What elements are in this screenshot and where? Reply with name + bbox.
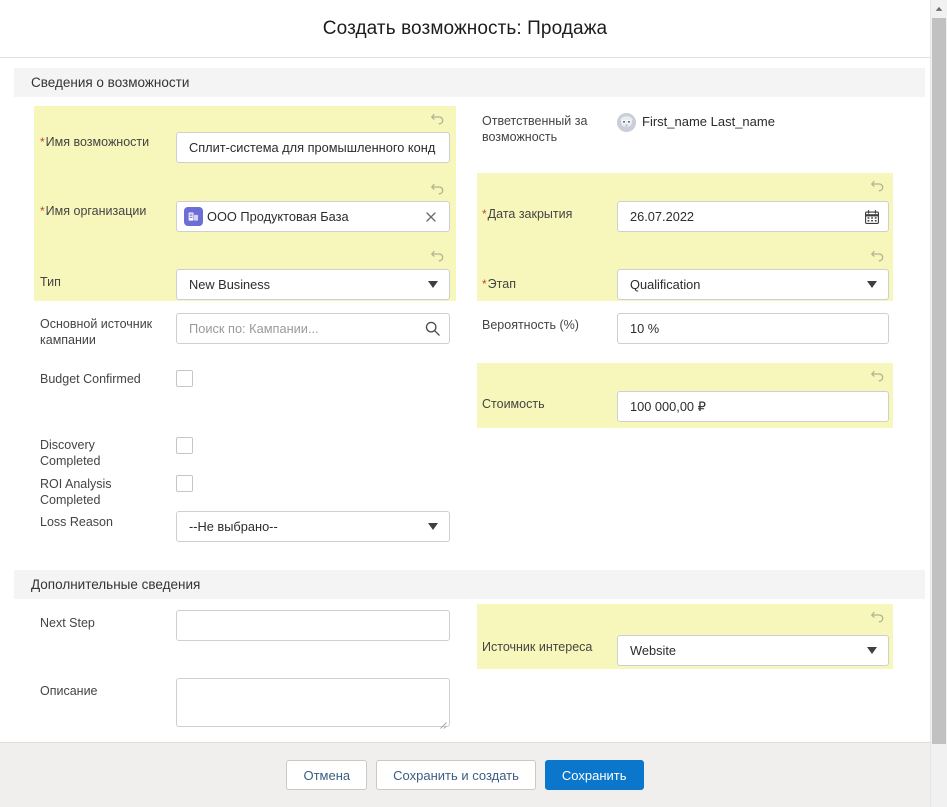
label-type: Тип [40,274,170,290]
label-budget-confirmed-text: Budget Confirmed [40,372,141,386]
undo-arrow-icon-opportunity-name[interactable] [430,109,446,125]
label-next-step: Next Step [40,615,170,631]
amount-input[interactable]: 100 000,00 ₽ [617,391,889,422]
stage-value: Qualification [630,277,701,292]
label-opportunity-name: *Имя возможности [40,134,170,150]
roi-analysis-completed-checkbox[interactable] [176,475,193,492]
label-amount-text: Стоимость [482,397,545,411]
label-lead-source: Источник интереса [482,639,612,655]
label-budget-confirmed: Budget Confirmed [40,371,170,387]
description-textarea[interactable] [176,678,450,729]
label-owner: Ответственный за возможность [482,113,622,145]
opportunity-name-value: Сплит-система для промышленного конд [189,140,436,155]
label-stage: *Этап [482,276,612,292]
organization-name-input[interactable]: ООО Продуктовая База [176,201,450,232]
close-icon-organization-name[interactable] [423,209,439,225]
next-step-input[interactable] [176,610,450,641]
label-close-date-text: Дата закрытия [487,207,573,221]
lead-source-value: Website [630,643,676,658]
undo-arrow-icon-type[interactable] [430,246,446,262]
undo-arrow-icon-close-date[interactable] [870,176,886,192]
page-header: Создать возможность: Продажа [0,0,930,58]
budget-confirmed-checkbox[interactable] [176,370,193,387]
lead-source-select[interactable]: Website [617,635,889,666]
undo-arrow-icon-lead-source[interactable] [870,607,886,623]
calendar-icon[interactable] [864,209,880,225]
section-header-details-label: Сведения о возможности [31,75,190,90]
label-probability: Вероятность (%) [482,317,612,333]
type-value: New Business [189,277,271,292]
section-header-additional-label: Дополнительные сведения [31,577,201,592]
undo-arrow-icon-organization-name[interactable] [430,179,446,195]
save-button[interactable]: Сохранить [544,760,644,790]
label-organization-name-text: Имя организации [45,204,147,218]
probability-value: 10 % [630,321,660,336]
label-roi-analysis-completed-text: ROI Analysis Completed [40,477,112,507]
form-scroll-area: Сведения о возможности *Имя возможности … [0,58,930,742]
probability-input[interactable]: 10 % [617,313,889,344]
loss-reason-select[interactable]: --Не выбрано-- [176,511,450,542]
required-marker-organization-name: * [40,204,45,218]
search-icon[interactable] [424,320,441,337]
label-roi-analysis-completed: ROI Analysis Completed [40,476,150,508]
stage-select[interactable]: Qualification [617,269,889,300]
label-loss-reason-text: Loss Reason [40,515,113,529]
chevron-down-icon-lead-source [867,647,877,654]
required-marker-opportunity-name: * [40,135,45,149]
amount-value: 100 000,00 ₽ [630,398,706,414]
undo-arrow-icon-amount[interactable] [870,366,886,382]
loss-reason-value: --Не выбрано-- [189,519,278,534]
label-discovery-completed: Discovery Completed [40,437,150,469]
form-footer: Отмена Сохранить и создать Сохранить [0,742,930,807]
label-description-text: Описание [40,684,98,698]
close-date-value: 26.07.2022 [630,209,695,224]
chevron-down-icon-loss-reason [428,523,438,530]
create-opportunity-page: Создать возможность: Продажа Сведения о … [0,0,947,807]
label-amount: Стоимость [482,396,612,412]
user-avatar-icon [617,113,636,132]
campaign-source-input[interactable]: Поиск по: Кампании... [176,313,450,344]
label-type-text: Тип [40,275,61,289]
chevron-down-icon-stage [867,281,877,288]
label-lead-source-text: Источник интереса [482,640,593,654]
label-stage-text: Этап [487,277,516,291]
scrollbar-thumb[interactable] [932,18,946,744]
required-marker-close-date: * [482,207,487,221]
label-next-step-text: Next Step [40,616,95,630]
type-select[interactable]: New Business [176,269,450,300]
section-header-additional: Дополнительные сведения [14,570,925,599]
label-campaign-source-text: Основной источник кампании [40,317,153,347]
resize-handle-icon[interactable] [438,716,447,729]
label-organization-name: *Имя организации [40,203,170,219]
label-close-date: *Дата закрытия [482,206,612,222]
label-owner-text: Ответственный за возможность [482,114,588,144]
discovery-completed-checkbox[interactable] [176,437,193,454]
label-campaign-source: Основной источник кампании [40,316,160,348]
opportunity-name-input[interactable]: Сплит-система для промышленного конд [176,132,450,163]
label-description: Описание [40,683,170,699]
undo-arrow-icon-stage[interactable] [870,246,886,262]
section-header-details: Сведения о возможности [14,68,925,97]
label-loss-reason: Loss Reason [40,514,170,530]
label-probability-text: Вероятность (%) [482,318,579,332]
organization-name-value: ООО Продуктовая База [207,209,349,224]
label-opportunity-name-text: Имя возможности [45,135,150,149]
scroll-up-arrow-icon[interactable] [931,0,947,17]
page-title: Создать возможность: Продажа [322,17,608,39]
cancel-button[interactable]: Отмена [286,760,368,790]
label-discovery-completed-text: Discovery Completed [40,438,101,468]
organization-icon [184,207,203,226]
vertical-scrollbar[interactable] [930,0,947,807]
chevron-down-icon-type [428,281,438,288]
owner-value: First_name Last_name [642,114,775,129]
required-marker-stage: * [482,277,487,291]
campaign-source-placeholder: Поиск по: Кампании... [189,321,319,336]
close-date-input[interactable]: 26.07.2022 [617,201,889,232]
save-and-new-button[interactable]: Сохранить и создать [376,760,536,790]
